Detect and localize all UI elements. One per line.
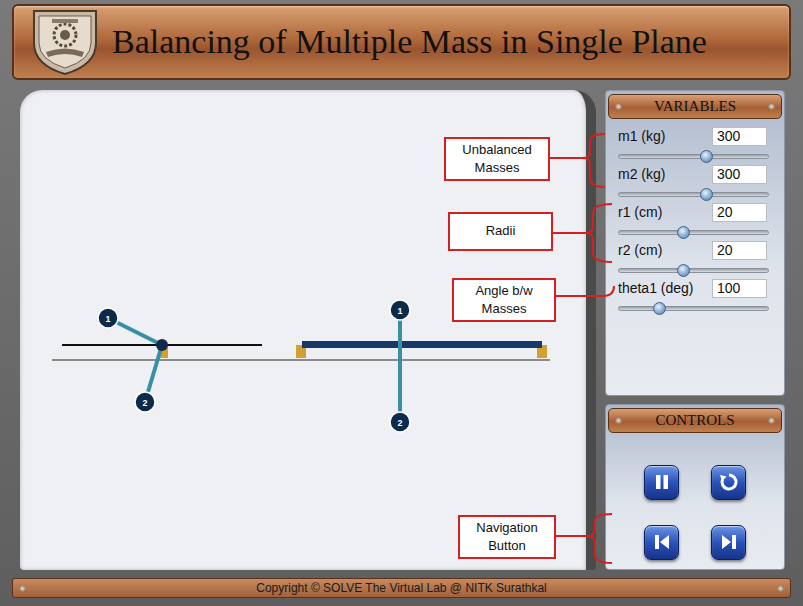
variable-label: r1 (cm) [618, 202, 662, 223]
main-area: 1 2 1 2 [0, 86, 803, 575]
variable-row: m1 (kg) 300 [618, 127, 767, 165]
variable-row: m2 (kg) 300 [618, 165, 767, 203]
reset-button[interactable] [711, 465, 746, 500]
side-view-mass-2: 2 [390, 412, 410, 432]
pause-button[interactable] [644, 465, 679, 500]
annotation-layer: Unbalanced Masses Radii Angle b/w Masses Na… [0, 0, 803, 606]
slider [618, 147, 767, 165]
next-button[interactable] [711, 525, 746, 560]
slider-thumb[interactable] [677, 264, 690, 277]
controls-header: CONTROLS [608, 408, 782, 433]
pause-icon [653, 473, 671, 491]
mass-label: 2 [142, 398, 147, 408]
side-view-arm [398, 310, 402, 422]
variable-line: m1 (kg) 300 [618, 127, 767, 147]
slider-track[interactable] [618, 268, 769, 273]
slider [618, 261, 767, 279]
control-buttons [606, 433, 784, 560]
controls-title: CONTROLS [655, 409, 734, 432]
variable-line: theta1 (deg) 100 [618, 279, 767, 299]
copyright-text: Copyright © SOLVE The Virtual Lab @ NITK… [256, 579, 547, 597]
controls-panel: CONTROLS [605, 404, 785, 570]
mass-label: 2 [397, 418, 402, 428]
slider-thumb[interactable] [677, 226, 690, 239]
slider-thumb[interactable] [653, 302, 666, 315]
variable-line: m2 (kg) 300 [618, 165, 767, 185]
previous-icon [653, 533, 671, 551]
variable-value-field[interactable]: 20 [712, 241, 767, 260]
annotation-text: Navigation Button [468, 519, 546, 555]
slider-track[interactable] [618, 306, 769, 311]
mass-label: 1 [397, 306, 402, 316]
slider-track[interactable] [618, 230, 769, 235]
variable-row: r1 (cm) 20 [618, 203, 767, 241]
annotation-text: Unbalanced Masses [454, 141, 540, 177]
header: Balancing of Multiple Mass in Single Pla… [0, 0, 803, 86]
variable-value-field[interactable]: 300 [712, 165, 767, 184]
variable-row: theta1 (deg) 100 [618, 279, 767, 317]
slider-thumb[interactable] [700, 150, 713, 163]
footer: Copyright © SOLVE The Virtual Lab @ NITK… [0, 575, 803, 606]
variable-label: m1 (kg) [618, 126, 665, 147]
institute-logo-icon [28, 7, 102, 77]
ground-line [52, 359, 550, 361]
variable-list: m1 (kg) 300 m2 (kg) 300 r1 (cm) 20 r2 (cm) 20 th… [606, 119, 784, 317]
annotation-label: Navigation Button [458, 515, 556, 559]
variable-line: r1 (cm) 20 [618, 203, 767, 223]
variable-label: m2 (kg) [618, 164, 665, 185]
slider [618, 299, 767, 317]
variable-line: r2 (cm) 20 [618, 241, 767, 261]
annotation-label: Radii [448, 212, 553, 251]
side-panel: VARIABLES m1 (kg)300m2 (kg)300r1 (cm)20r… [605, 90, 785, 575]
annotation-text: Angle b/w Masses [462, 282, 546, 318]
variable-value-field[interactable]: 300 [712, 127, 767, 146]
variables-title: VARIABLES [654, 95, 736, 118]
balancing-diagram: 1 2 1 2 [20, 90, 596, 570]
slider-track[interactable] [618, 154, 769, 159]
end-view-mass-1: 1 [98, 308, 118, 328]
variables-panel: VARIABLES m1 (kg)300m2 (kg)300r1 (cm)20r… [605, 90, 785, 396]
annotation-text: Radii [486, 222, 516, 240]
app-window: Balancing of Multiple Mass in Single Pla… [0, 0, 803, 606]
slider [618, 223, 767, 241]
slider-thumb[interactable] [700, 188, 713, 201]
slider [618, 185, 767, 203]
restart-icon [719, 472, 739, 492]
side-view-mass-1: 1 [390, 300, 410, 320]
variables-header: VARIABLES [608, 94, 782, 119]
annotation-label: Angle b/w Masses [452, 278, 556, 322]
variable-row: r2 (cm) 20 [618, 241, 767, 279]
variable-label: r2 (cm) [618, 240, 662, 261]
end-view-mass-2: 2 [135, 392, 155, 412]
previous-button[interactable] [644, 525, 679, 560]
variable-value-field[interactable]: 20 [712, 203, 767, 222]
variable-label: theta1 (deg) [618, 278, 694, 299]
slider-track[interactable] [618, 192, 769, 197]
mass-label: 1 [105, 314, 110, 324]
next-icon [720, 533, 738, 551]
simulation-canvas: 1 2 1 2 [20, 90, 596, 570]
variable-value-field[interactable]: 100 [712, 279, 767, 298]
page-title: Balancing of Multiple Mass in Single Pla… [112, 22, 707, 63]
end-view-hub [156, 339, 168, 351]
shaft [302, 341, 542, 348]
annotation-braces [0, 0, 803, 606]
annotation-label: Unbalanced Masses [444, 137, 550, 181]
